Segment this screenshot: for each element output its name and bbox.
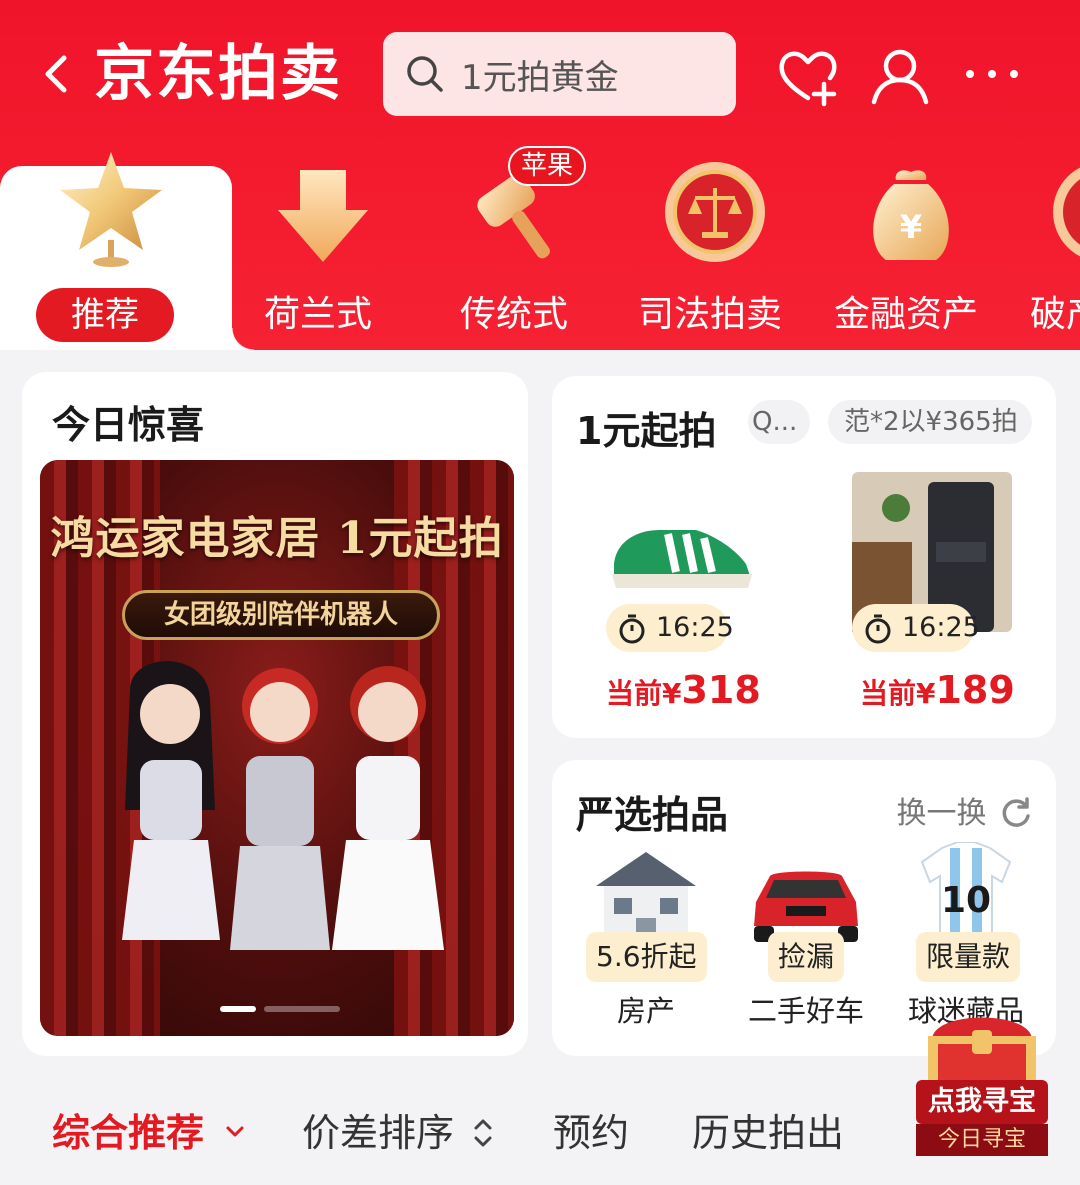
timer-text: 16:25 xyxy=(656,612,734,643)
bid-ticker-chip: 范*2以¥365拍 xyxy=(828,400,1032,444)
banner-subtitle: 女团级别陪伴机器人 xyxy=(122,590,440,640)
category-bankruptcy[interactable]: 破产 xyxy=(1000,140,1080,350)
sort-option-price-diff[interactable]: 价差排序 xyxy=(302,1102,494,1157)
treasure-hunt-float[interactable]: 点我寻宝 今日寻宝 xyxy=(912,1000,1052,1160)
sort-label: 历史拍出 xyxy=(692,1111,845,1155)
current-price: 当前¥318 xyxy=(606,668,806,712)
item-badge: 限量款 xyxy=(916,932,1021,982)
star-icon xyxy=(60,152,162,267)
item-label: 二手好车 xyxy=(747,994,864,1028)
search-input[interactable]: 1元拍黄金 xyxy=(383,32,736,116)
more-icon[interactable] xyxy=(960,44,1024,108)
section-title: 严选拍品 xyxy=(576,793,729,837)
sort-option-reserve[interactable]: 预约 xyxy=(553,1102,629,1157)
section-title: 1元起拍 xyxy=(576,409,717,453)
category-label-active[interactable]: 推荐 xyxy=(36,288,174,342)
promo-banner[interactable]: 鸿运家电家居 1元起拍 女团级别陪伴机器人 xyxy=(40,460,514,1036)
user-icon[interactable] xyxy=(868,44,932,108)
svg-text:¥: ¥ xyxy=(900,208,922,246)
svg-text:10: 10 xyxy=(941,880,991,921)
stopwatch-icon xyxy=(865,614,891,644)
price-value: 189 xyxy=(935,668,1015,712)
category-label: 荷兰式 xyxy=(263,294,372,335)
price-prefix: 当前¥ xyxy=(606,677,682,710)
sort-option-history[interactable]: 历史拍出 xyxy=(692,1102,844,1157)
sort-updown-icon xyxy=(474,1119,492,1147)
chevron-down-icon xyxy=(226,1126,244,1137)
partial-icon xyxy=(1053,167,1080,257)
treasure-chest-icon xyxy=(928,1017,1036,1084)
bid-ticker-chip: Q... xyxy=(748,400,810,444)
product-item[interactable]: 16:25 当前¥189 xyxy=(832,472,1032,712)
category-label: 破产 xyxy=(1030,294,1080,335)
category-judicial[interactable]: 司法拍卖 xyxy=(620,140,800,350)
sort-label: 价差排序 xyxy=(302,1111,455,1155)
heart-plus-icon[interactable] xyxy=(776,44,840,108)
price-prefix: 当前¥ xyxy=(860,677,936,710)
sort-label: 预约 xyxy=(553,1111,630,1155)
item-badge: 捡漏 xyxy=(768,932,845,982)
curated-item-car[interactable]: 捡漏 二手好车 xyxy=(736,842,876,1042)
apple-badge: 苹果 xyxy=(508,146,586,186)
category-label: 司法拍卖 xyxy=(637,294,782,335)
page-title: 京东拍卖 xyxy=(94,39,342,109)
category-finance[interactable]: ¥ 金融资产 xyxy=(816,140,996,350)
product-item[interactable]: 16:25 当前¥318 xyxy=(576,472,776,712)
section-title: 今日惊喜 xyxy=(52,403,205,447)
court-emblem-icon xyxy=(665,162,765,262)
countdown-timer: 16:25 xyxy=(606,604,734,652)
item-badge: 5.6折起 xyxy=(586,932,707,982)
refresh-button[interactable]: 换一换 xyxy=(896,788,1032,832)
refresh-label: 换一换 xyxy=(896,796,987,831)
price-value: 318 xyxy=(681,668,761,712)
countdown-timer: 16:25 xyxy=(852,604,980,652)
treasure-label: 点我寻宝 xyxy=(916,1080,1048,1124)
sort-label: 综合推荐 xyxy=(52,1111,205,1155)
timer-text: 16:25 xyxy=(902,612,980,643)
money-bag-icon: ¥ xyxy=(873,170,949,260)
one-yuan-card[interactable]: 1元起拍 Q... 范*2以¥365拍 16:25 当前¥318 16:25 当… xyxy=(552,376,1056,738)
current-price: 当前¥189 xyxy=(860,668,1060,712)
today-surprise-card: 今日惊喜 鸿运家电家居 1元起拍 女团级别陪伴机器人 xyxy=(22,372,528,1056)
refresh-icon xyxy=(1002,797,1030,827)
banner-figures-image xyxy=(122,661,444,950)
stopwatch-icon xyxy=(619,614,645,644)
category-label: 传统式 xyxy=(459,294,568,335)
search-placeholder: 1元拍黄金 xyxy=(461,57,619,98)
treasure-sub-label: 今日寻宝 xyxy=(916,1124,1048,1156)
banner-headline: 鸿运家电家居 1元起拍 xyxy=(50,513,504,564)
carousel-dots xyxy=(220,1006,340,1012)
curated-item-house[interactable]: 5.6折起 房产 xyxy=(576,842,716,1042)
chevron-left-icon[interactable] xyxy=(36,52,76,96)
category-dutch[interactable]: 荷兰式 xyxy=(228,140,408,350)
down-arrow-icon xyxy=(278,170,368,262)
header: 京东拍卖 1元拍黄金 推荐 荷兰式 传统式 苹果 司法拍卖 ¥ 金融资产 破 xyxy=(0,0,1080,350)
item-label: 房产 xyxy=(616,994,675,1028)
category-label: 金融资产 xyxy=(833,294,978,335)
sort-option-comprehensive[interactable]: 综合推荐 xyxy=(52,1102,247,1157)
search-icon xyxy=(407,56,443,92)
